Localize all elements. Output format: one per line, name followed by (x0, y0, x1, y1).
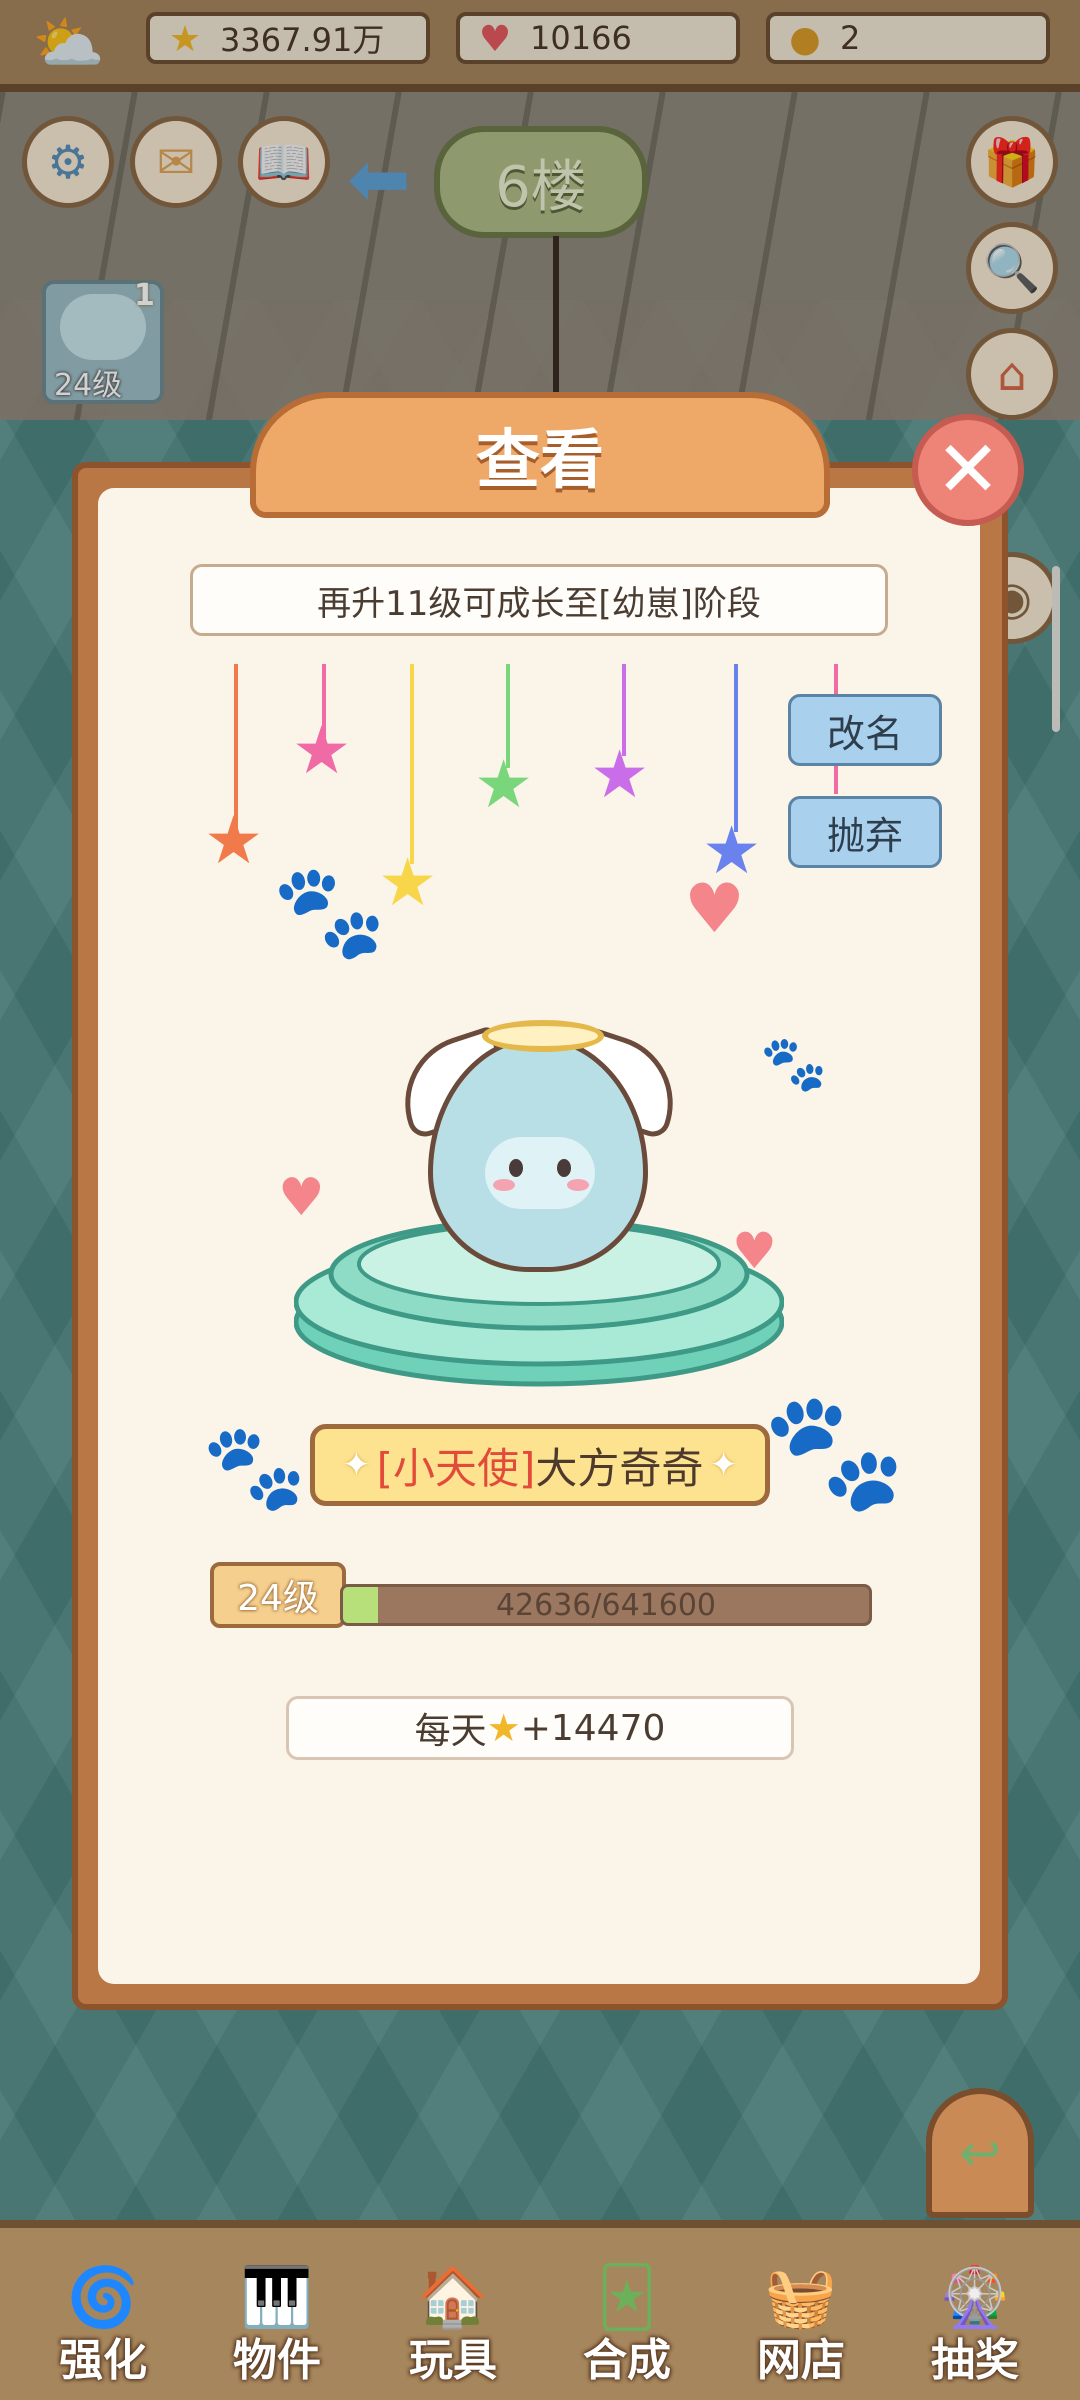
nav-label: 物件 (233, 2335, 321, 2386)
level-label: 24级 (237, 1578, 319, 1619)
abandon-label: 抛弃 (826, 813, 903, 858)
star-string (410, 664, 414, 864)
exit-arrow-icon: ↩ (959, 2124, 1001, 2182)
pet-eye (509, 1159, 523, 1177)
nav-merge[interactable]: 🃏 合成 (552, 2252, 702, 2392)
star-decoration-icon: ★ (204, 802, 264, 879)
star-decoration-icon: ★ (292, 712, 352, 789)
pet-eye (557, 1159, 571, 1177)
growth-hint: 再升11级可成长至[幼崽]阶段 (190, 564, 888, 636)
rename-label: 改名 (826, 711, 903, 756)
sparkle-icon: ✦ (709, 1445, 738, 1485)
pet-face (485, 1137, 595, 1209)
nav-lottery[interactable]: 🎡 抽奖 (900, 2252, 1050, 2392)
paw-print-icon: 🐾 (202, 1418, 307, 1516)
pet-title-prefix: [小天使] (376, 1443, 536, 1493)
rename-button[interactable]: 改名 (788, 694, 942, 766)
nav-items[interactable]: 🎹 物件 (202, 2252, 352, 2392)
daily-value: +14470 (520, 1707, 666, 1749)
growth-hint-text: 再升11级可成长至[幼崽]阶段 (317, 583, 761, 624)
abandon-button[interactable]: 抛弃 (788, 796, 942, 868)
paw-print-icon: 🐾 (760, 1032, 828, 1095)
daily-income: 每天 ★ +14470 (286, 1696, 794, 1760)
nav-label: 抽奖 (931, 2335, 1019, 2386)
pet-name: 大方奇奇 (535, 1443, 704, 1493)
close-button[interactable]: ✕ (912, 414, 1024, 526)
nav-enhance[interactable]: 🌀 强化 (28, 2252, 178, 2392)
nav-label: 合成 (583, 2335, 671, 2386)
xp-text: 42636/641600 (495, 1587, 717, 1623)
star-decoration-icon: ★ (590, 736, 650, 813)
star-icon: ★ (486, 1706, 521, 1750)
star-string (734, 664, 738, 832)
star-decoration-icon: ★ (474, 746, 534, 823)
close-icon: ✕ (935, 425, 1001, 515)
heart-decoration-icon: ♥ (684, 870, 745, 949)
sparkle-icon: ✦ (342, 1445, 371, 1485)
star-decoration-icon: ★ (378, 844, 438, 921)
paw-print-icon: 🐾 (762, 1384, 907, 1519)
nav-label: 玩具 (409, 2335, 497, 2386)
xp-progress-bar: 42636/641600 (340, 1584, 872, 1626)
modal-title: 查看 (476, 424, 604, 498)
nav-label: 强化 (59, 2335, 147, 2386)
paw-print-icon: 🐾 (272, 858, 387, 965)
nav-toys[interactable]: 🏠 玩具 (378, 2252, 528, 2392)
modal-title-plaque: 查看 (250, 392, 830, 518)
daily-prefix: 每天 (414, 1711, 487, 1752)
pet-name-plate: ✦ [小天使] 大方奇奇 ✦ (310, 1424, 770, 1506)
level-tag: 24级 (210, 1562, 346, 1628)
door-button[interactable]: ↩ (926, 2088, 1034, 2218)
nav-shop[interactable]: 🧺 网店 (726, 2252, 876, 2392)
halo (482, 1020, 604, 1052)
pet-cheek (493, 1179, 515, 1191)
nav-label: 网店 (757, 2335, 845, 2386)
pet-cheek (567, 1179, 589, 1191)
